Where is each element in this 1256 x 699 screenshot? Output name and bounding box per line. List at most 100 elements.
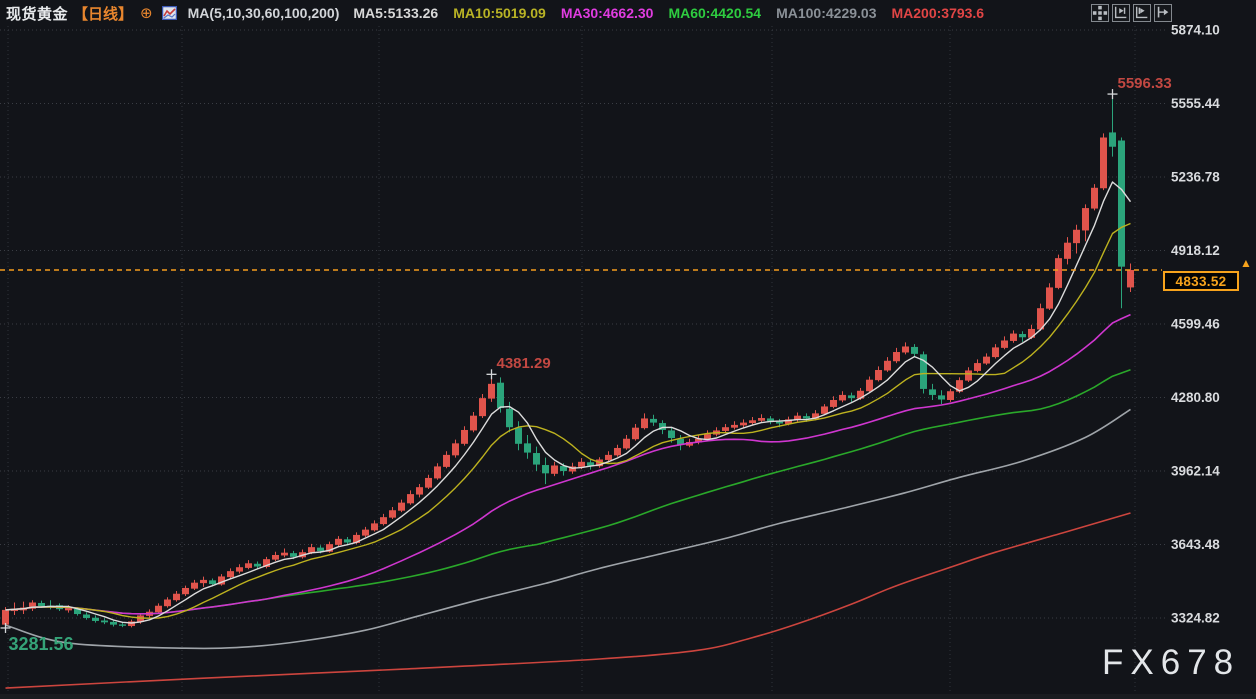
go-to-latest-icon[interactable] bbox=[1154, 4, 1172, 22]
move-tool-icon[interactable] bbox=[1091, 4, 1109, 22]
candle-body bbox=[1001, 340, 1008, 347]
candle-body bbox=[227, 571, 234, 577]
symbol-title: 现货黄金 bbox=[6, 3, 68, 24]
chart-toolbar bbox=[1091, 4, 1172, 22]
candle-body bbox=[443, 455, 450, 467]
candle-body bbox=[380, 517, 387, 524]
candle-body bbox=[1046, 287, 1053, 308]
ma200-line bbox=[6, 513, 1131, 688]
candle-body bbox=[470, 416, 477, 431]
axis-price-label: 5555.44 bbox=[1171, 96, 1220, 111]
candle-body bbox=[938, 395, 945, 399]
candle-body bbox=[614, 448, 621, 455]
candle-body bbox=[929, 389, 936, 395]
candle-body bbox=[371, 523, 378, 530]
candle-body bbox=[245, 563, 252, 568]
interval-label: 【日线】 bbox=[73, 3, 133, 24]
candle-body bbox=[866, 380, 873, 392]
candle-body bbox=[533, 453, 540, 465]
candle-body bbox=[155, 606, 162, 612]
axis-price-label: 4280.80 bbox=[1171, 390, 1220, 405]
candle-body bbox=[551, 465, 558, 473]
candle-body bbox=[722, 427, 729, 431]
candle-body bbox=[1082, 208, 1089, 230]
candle-body bbox=[992, 347, 999, 357]
candle-body bbox=[902, 346, 909, 352]
candle-body bbox=[92, 618, 99, 621]
candle-body bbox=[1028, 329, 1035, 338]
candle-body bbox=[290, 553, 297, 557]
candle-body bbox=[1010, 334, 1017, 341]
candle-body bbox=[704, 434, 711, 439]
candle-body bbox=[308, 547, 315, 553]
last-price-value: 4833.52 bbox=[1176, 274, 1227, 289]
candle-body bbox=[848, 395, 855, 398]
candle-body bbox=[740, 423, 747, 426]
candle-body bbox=[524, 443, 531, 452]
candle-body bbox=[1100, 138, 1107, 189]
candle-body bbox=[947, 391, 954, 400]
axis-price-label: 4918.12 bbox=[1171, 243, 1220, 258]
candle-body bbox=[1091, 188, 1098, 209]
candle-body bbox=[38, 603, 45, 606]
candle-body bbox=[650, 419, 657, 423]
candle-body bbox=[1127, 270, 1134, 287]
candle-body bbox=[1064, 243, 1071, 259]
ma-value: MA30:4662.30 bbox=[561, 5, 654, 21]
candle-body bbox=[272, 555, 279, 560]
axis-price-label: 3324.82 bbox=[1171, 611, 1220, 626]
candle-body bbox=[803, 416, 810, 418]
candle-body bbox=[497, 383, 504, 408]
candle-body bbox=[65, 608, 72, 610]
auto-scroll-icon[interactable] bbox=[1133, 4, 1151, 22]
time-axis-strip bbox=[0, 694, 1256, 699]
chart-header: 现货黄金 【日线】 ⊕ MA(5,10,30,60,100,200) MA5:5… bbox=[0, 0, 1256, 26]
candle-body bbox=[254, 564, 261, 567]
ma-value: MA60:4420.54 bbox=[668, 5, 761, 21]
ma30-line bbox=[6, 315, 1131, 614]
watermark: FX678 bbox=[1102, 643, 1240, 683]
candle-body bbox=[362, 530, 369, 536]
candle-body bbox=[452, 443, 459, 455]
expand-icon[interactable]: ⊕ bbox=[140, 6, 153, 21]
candle-body bbox=[965, 370, 972, 380]
candle-body bbox=[776, 422, 783, 424]
scale-to-start-icon[interactable] bbox=[1112, 4, 1130, 22]
candle-body bbox=[335, 539, 342, 545]
candle-body bbox=[209, 580, 216, 584]
candle-body bbox=[2, 610, 9, 625]
annotation-high: 5596.33 bbox=[1118, 75, 1172, 92]
candle-body bbox=[839, 395, 846, 401]
candle-body bbox=[758, 418, 765, 421]
candle-body bbox=[389, 510, 396, 517]
candle-body bbox=[515, 428, 522, 444]
candle-body bbox=[425, 478, 432, 488]
candle-body bbox=[632, 428, 639, 440]
candle-body bbox=[479, 398, 486, 416]
candle-body bbox=[542, 465, 549, 473]
candle-body bbox=[1055, 258, 1062, 288]
ma-value: MA5:5133.26 bbox=[353, 5, 438, 21]
ma5-line bbox=[6, 182, 1131, 623]
candle-body bbox=[821, 406, 828, 413]
candle-body bbox=[416, 487, 423, 494]
candle-body bbox=[182, 588, 189, 594]
candle-body bbox=[407, 494, 414, 503]
candle-body bbox=[398, 503, 405, 511]
axis-price-label: 3962.14 bbox=[1171, 464, 1220, 479]
price-up-arrow-icon: ▲ bbox=[1240, 256, 1252, 270]
candle-body bbox=[1019, 334, 1026, 337]
gold-daily-chart-window: 5874.105555.445236.784918.124599.464280.… bbox=[0, 0, 1256, 699]
candle-body bbox=[884, 361, 891, 371]
price-chart[interactable]: 5874.105555.445236.784918.124599.464280.… bbox=[0, 0, 1256, 699]
candle-body bbox=[623, 439, 630, 449]
indicator-icon bbox=[162, 6, 177, 20]
axis-price-label: 3643.48 bbox=[1171, 537, 1220, 552]
candle-body bbox=[605, 455, 612, 460]
candle-body bbox=[578, 462, 585, 467]
candle-body bbox=[488, 384, 495, 399]
candle-body bbox=[1073, 230, 1080, 243]
candle-body bbox=[875, 370, 882, 380]
candle-body bbox=[101, 620, 108, 622]
candle-body bbox=[434, 466, 441, 478]
